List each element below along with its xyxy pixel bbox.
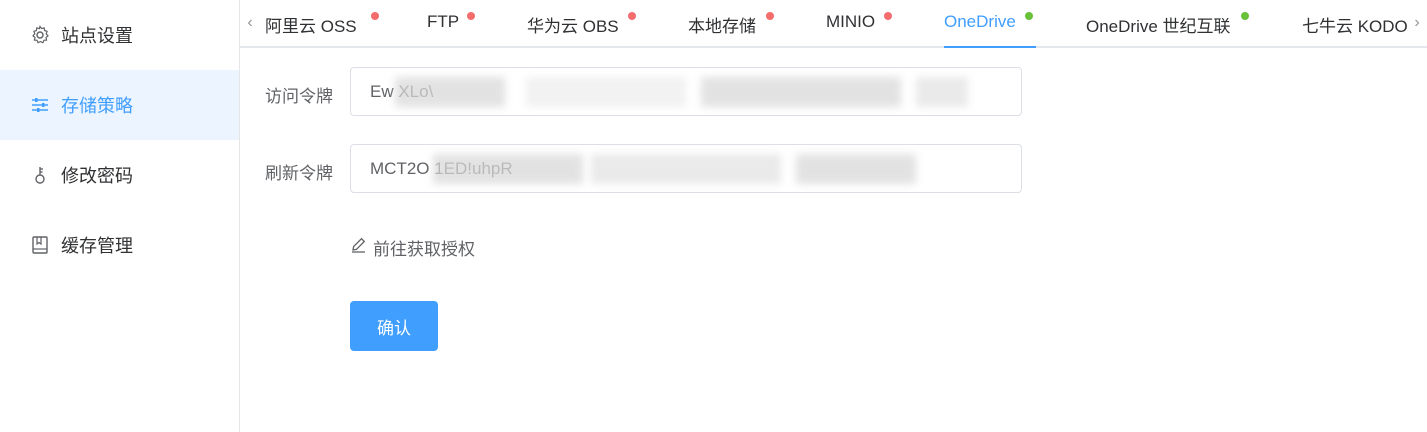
status-dot-red — [628, 12, 636, 20]
redaction-mask — [591, 154, 781, 184]
status-dot-red — [884, 12, 892, 20]
sidebar-item-storage-policy[interactable]: 存储策略 — [0, 70, 239, 140]
sliders-icon — [30, 95, 50, 115]
status-dot-green — [1241, 12, 1249, 20]
sidebar-item-label: 修改密码 — [61, 166, 133, 186]
sidebar-item-change-password[interactable]: 修改密码 — [0, 140, 239, 210]
tab-label: OneDrive — [944, 12, 1016, 31]
redaction-mask — [916, 77, 968, 107]
refresh-token-input[interactable]: MCT2O 1ED!uhpR — [350, 144, 1022, 193]
get-authorization-link[interactable]: 前往获取授权 — [350, 236, 475, 259]
tab-label: 本地存储 — [688, 17, 756, 36]
chevron-right-icon: › — [1414, 14, 1420, 31]
status-dot-red — [467, 12, 475, 20]
tabs-prev-button[interactable]: ‹ — [240, 0, 260, 46]
refresh-token-label: 刷新令牌 — [265, 164, 333, 183]
gear-icon — [30, 25, 50, 45]
redaction-mask — [701, 77, 901, 107]
sidebar-item-site-settings[interactable]: 站点设置 — [0, 0, 239, 70]
redaction-mask — [796, 154, 916, 184]
status-dot-red — [766, 12, 774, 20]
status-dot-red — [371, 12, 379, 20]
tab-label: 阿里云 OSS — [265, 17, 357, 36]
tabs-next-button[interactable]: › — [1407, 0, 1427, 46]
access-token-input[interactable]: Ew XLo\ — [350, 67, 1022, 116]
redaction-mask — [526, 77, 686, 107]
tab-onedrive[interactable]: OneDrive — [944, 0, 1036, 48]
status-dot-green — [1025, 12, 1033, 20]
sidebar: 站点设置 存储策略 修改密码 缓存管理 — [0, 0, 240, 432]
confirm-button[interactable]: 确认 — [350, 301, 438, 351]
sidebar-item-label: 缓存管理 — [61, 236, 133, 256]
tab-label: MINIO — [826, 12, 876, 31]
sidebar-item-cache-management[interactable]: 缓存管理 — [0, 210, 239, 280]
auth-link-label: 前往获取授权 — [373, 239, 475, 259]
tab-label: OneDrive 世纪互联 — [1086, 17, 1231, 36]
sidebar-item-label: 存储策略 — [61, 96, 133, 116]
tabs-scroll-area: 阿里云 OSS FTP 华为云 OBS 本地存储 MINIO OneDrive … — [260, 0, 1407, 48]
tab-label: 七牛云 KODO — [1302, 17, 1407, 36]
chevron-left-icon: ‹ — [247, 14, 253, 31]
edit-icon — [350, 236, 367, 258]
sidebar-item-label: 站点设置 — [61, 26, 133, 46]
tab-label: 华为云 OBS — [527, 17, 619, 36]
redaction-mask — [433, 154, 583, 184]
tab-label: FTP — [427, 12, 460, 31]
book-icon — [30, 235, 50, 255]
redaction-mask — [395, 77, 505, 107]
storage-tabs: ‹ 阿里云 OSS FTP 华为云 OBS 本地存储 MINIO OneDriv… — [240, 0, 1427, 48]
key-icon — [30, 165, 50, 185]
access-token-label: 访问令牌 — [265, 87, 333, 106]
